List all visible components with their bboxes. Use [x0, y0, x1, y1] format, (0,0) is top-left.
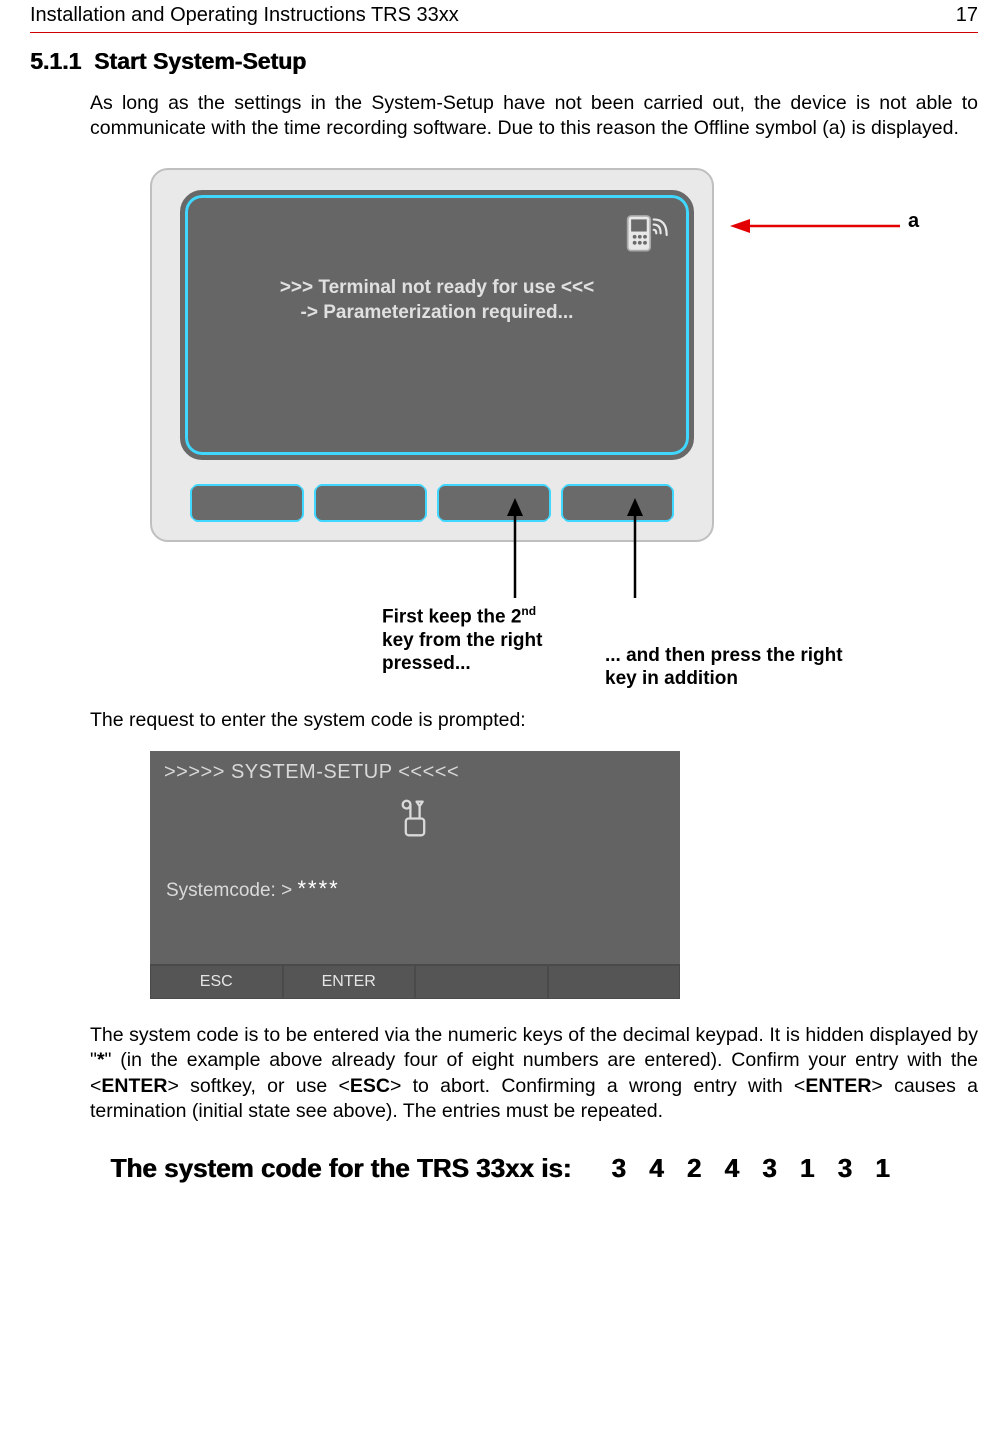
final-code-line: The system code for the TRS 33xx is: 3 4… — [30, 1152, 978, 1186]
device-body: >>> Terminal not ready for use <<< -> Pa… — [150, 168, 714, 542]
system-setup-screenshot: >>>>> SYSTEM-SETUP <<<<< Systemcode: > *… — [150, 751, 680, 999]
instr-left-sup: nd — [521, 604, 536, 618]
entry-paragraph: The system code is to be entered via the… — [90, 1023, 978, 1124]
red-arrow — [730, 216, 900, 236]
page-number: 17 — [956, 2, 978, 28]
star-char: * — [97, 1049, 105, 1071]
section-title: Start System-Setup — [94, 48, 306, 74]
kw-enter-2: ENTER — [805, 1075, 871, 1097]
setup-softkey-4[interactable] — [548, 965, 681, 999]
systemcode-row: Systemcode: > **** — [150, 867, 680, 964]
screen-line2: -> Parameterization required... — [185, 300, 689, 326]
header-rule — [30, 32, 978, 33]
t3: > softkey, or use < — [167, 1075, 349, 1097]
kw-esc: ESC — [350, 1075, 390, 1097]
softkey-2[interactable] — [316, 486, 426, 520]
setup-softkey-row: ESC ENTER — [150, 964, 680, 999]
softkey-row — [192, 486, 672, 520]
systemcode-value[interactable]: **** — [297, 876, 339, 901]
softkey-4[interactable] — [563, 486, 673, 520]
device-figure: >>> Terminal not ready for use <<< -> Pa… — [150, 168, 910, 698]
setup-softkey-3[interactable] — [415, 965, 548, 999]
setup-softkey-esc[interactable]: ESC — [150, 965, 283, 999]
arrow-to-key-3 — [500, 498, 530, 598]
callout-a: a — [908, 208, 919, 234]
page-header: Installation and Operating Instructions … — [30, 0, 978, 32]
prompt-intro: The request to enter the system code is … — [90, 708, 978, 733]
device-screen: >>> Terminal not ready for use <<< -> Pa… — [180, 190, 694, 460]
intro-paragraph: As long as the settings in the System-Se… — [90, 91, 978, 142]
final-code-label: The system code for the TRS 33xx is: — [110, 1152, 571, 1186]
offline-icon — [619, 209, 671, 261]
section-number: 5.1.1 — [30, 48, 81, 74]
wrench-screwdriver-icon — [150, 795, 680, 867]
kw-enter-1: ENTER — [101, 1075, 167, 1097]
screen-line1: >>> Terminal not ready for use <<< — [185, 275, 689, 301]
setup-softkey-enter[interactable]: ENTER — [283, 965, 416, 999]
systemcode-label: Systemcode: > — [166, 880, 292, 901]
instr-left-l1: First keep the 2 — [382, 606, 521, 627]
setup-title: >>>>> SYSTEM-SETUP <<<<< — [150, 751, 680, 795]
t4: > to abort. Confirming a wrong entry wit… — [390, 1075, 805, 1097]
instruction-left: First keep the 2nd key from the right pr… — [382, 604, 592, 677]
arrow-to-key-4 — [620, 498, 650, 598]
instruction-right: ... and then press the right key in addi… — [605, 644, 845, 692]
softkey-3[interactable] — [439, 486, 549, 520]
final-code-digits: 3 4 2 4 3 1 3 1 — [611, 1152, 897, 1186]
instr-left-l2: key from the right pressed... — [382, 630, 542, 675]
header-title: Installation and Operating Instructions … — [30, 2, 459, 28]
section-heading: 5.1.1 Start System-Setup — [30, 47, 978, 77]
screen-message: >>> Terminal not ready for use <<< -> Pa… — [185, 275, 689, 326]
softkey-1[interactable] — [192, 486, 302, 520]
